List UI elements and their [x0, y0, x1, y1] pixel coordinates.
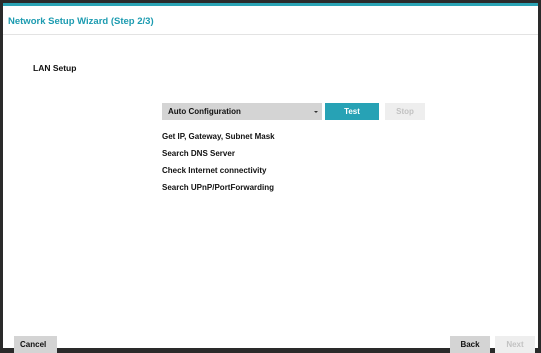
configuration-mode-value: Auto Configuration [168, 107, 241, 116]
status-step-upnp: Search UPnP/PortForwarding [162, 183, 275, 192]
status-step-list: Get IP, Gateway, Subnet Mask Search DNS … [162, 132, 275, 200]
test-button[interactable]: Test [325, 103, 379, 120]
title-divider [3, 34, 538, 35]
cancel-button[interactable]: Cancel [14, 336, 57, 353]
status-step-internet: Check Internet connectivity [162, 166, 267, 175]
stop-button[interactable]: Stop [385, 103, 425, 120]
next-button[interactable]: Next [495, 336, 535, 353]
dialog-title: Network Setup Wizard (Step 2/3) [8, 16, 154, 27]
status-step-dns: Search DNS Server [162, 149, 235, 158]
lan-setup-label: LAN Setup [33, 63, 77, 73]
status-step-ip-gateway-subnet: Get IP, Gateway, Subnet Mask [162, 132, 275, 141]
back-button[interactable]: Back [450, 336, 490, 353]
network-setup-wizard-dialog: Network Setup Wizard (Step 2/3) LAN Setu… [3, 3, 538, 353]
configuration-mode-dropdown[interactable]: Auto Configuration [162, 103, 322, 120]
chevron-down-icon [314, 111, 318, 113]
